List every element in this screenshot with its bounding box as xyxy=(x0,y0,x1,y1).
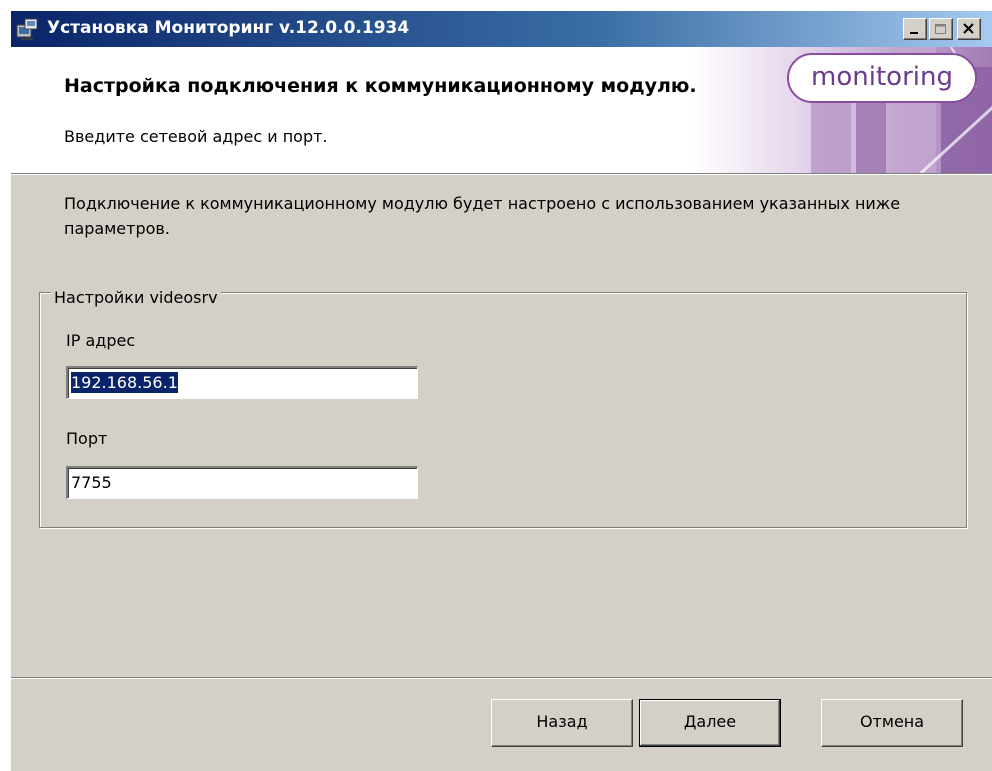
ip-address-value: 192.168.56.1 xyxy=(71,372,178,393)
cancel-button[interactable]: Отмена xyxy=(821,699,963,747)
close-button[interactable] xyxy=(957,18,981,40)
minimize-icon xyxy=(910,32,918,34)
port-label: Порт xyxy=(66,429,108,448)
window-title: Установка Мониторинг v.12.0.0.1934 xyxy=(47,18,410,38)
close-icon xyxy=(963,23,974,34)
page-subtitle: Введите сетевой адрес и порт. xyxy=(64,127,328,146)
maximize-button[interactable] xyxy=(929,18,953,40)
maximize-icon xyxy=(935,24,946,34)
monitoring-logo: monitoring xyxy=(787,53,977,103)
description-text: Подключение к коммуникационному модулю б… xyxy=(64,194,901,238)
ip-address-input[interactable]: 192.168.56.1 xyxy=(66,366,418,399)
back-button[interactable]: Назад xyxy=(491,699,633,747)
ip-address-label: IP адрес xyxy=(66,331,136,350)
header-divider xyxy=(11,173,992,175)
title-bar[interactable]: Установка Мониторинг v.12.0.0.1934 xyxy=(11,11,992,47)
port-input[interactable]: 7755 xyxy=(66,466,418,499)
group-legend: Настройки videosrv xyxy=(51,288,221,307)
page-title: Настройка подключения к коммуникационном… xyxy=(64,75,697,97)
minimize-button[interactable] xyxy=(903,18,927,40)
installer-window: Установка Мониторинг v.12.0.0.1934 Настр… xyxy=(10,10,992,771)
footer-divider xyxy=(11,677,992,679)
next-button[interactable]: Далее xyxy=(639,699,781,747)
installer-app-icon xyxy=(16,18,38,40)
port-value: 7755 xyxy=(71,473,112,492)
